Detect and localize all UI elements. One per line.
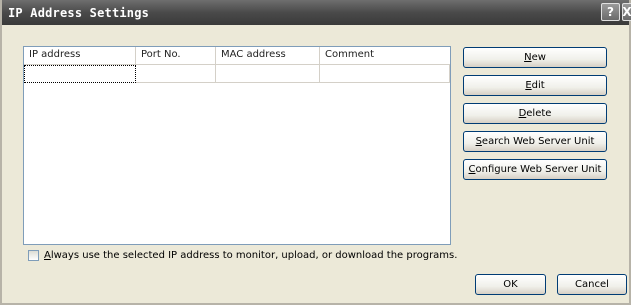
new-button[interactable]: New — [463, 47, 607, 68]
column-header-mac-address[interactable]: MAC address — [216, 47, 320, 64]
always-use-mnemonic: A — [44, 250, 51, 261]
help-icon: ? — [607, 5, 614, 19]
search-label: earch Web Server Unit — [481, 136, 595, 147]
ok-button[interactable]: OK — [475, 274, 546, 295]
configure-mnemonic: C — [468, 164, 476, 175]
always-use-ip-label[interactable]: Always use the selected IP address to mo… — [44, 250, 457, 261]
column-header-ip-address[interactable]: IP address — [24, 47, 136, 64]
search-web-server-unit-button[interactable]: Search Web Server Unit — [463, 131, 607, 152]
delete-label: elete — [526, 108, 552, 119]
cell-mac-address[interactable] — [216, 65, 320, 83]
configure-label: onfigure Web Server Unit — [475, 164, 602, 175]
window-title: IP Address Settings — [8, 5, 150, 20]
column-header-port-no[interactable]: Port No. — [136, 47, 216, 64]
column-header-comment[interactable]: Comment — [320, 47, 450, 64]
always-use-ip-checkbox[interactable] — [28, 250, 39, 261]
new-mnemonic: N — [524, 52, 532, 63]
edit-label: dit — [531, 80, 545, 91]
cell-ip-address[interactable] — [24, 65, 136, 83]
cell-comment[interactable] — [320, 65, 450, 83]
close-icon: X — [622, 5, 631, 19]
always-use-text: lways use the selected IP address to mon… — [50, 250, 458, 261]
list-header: IP address Port No. MAC address Comment — [24, 47, 450, 65]
always-use-ip-checkbox-row[interactable]: Always use the selected IP address to mo… — [28, 250, 457, 261]
new-label: ew — [531, 52, 546, 63]
cancel-button[interactable]: Cancel — [557, 274, 627, 295]
cell-port-no[interactable] — [136, 65, 216, 83]
table-row[interactable] — [24, 65, 450, 83]
ip-address-list[interactable]: IP address Port No. MAC address Comment — [23, 46, 451, 245]
close-button[interactable]: X — [622, 3, 631, 21]
help-button[interactable]: ? — [601, 3, 620, 21]
delete-button[interactable]: Delete — [463, 103, 607, 124]
ip-address-settings-dialog: IP Address Settings ? X IP address Port … — [0, 0, 631, 305]
title-bar: IP Address Settings ? X — [2, 0, 631, 25]
edit-button[interactable]: Edit — [463, 75, 607, 96]
configure-web-server-unit-button[interactable]: Configure Web Server Unit — [463, 159, 607, 180]
